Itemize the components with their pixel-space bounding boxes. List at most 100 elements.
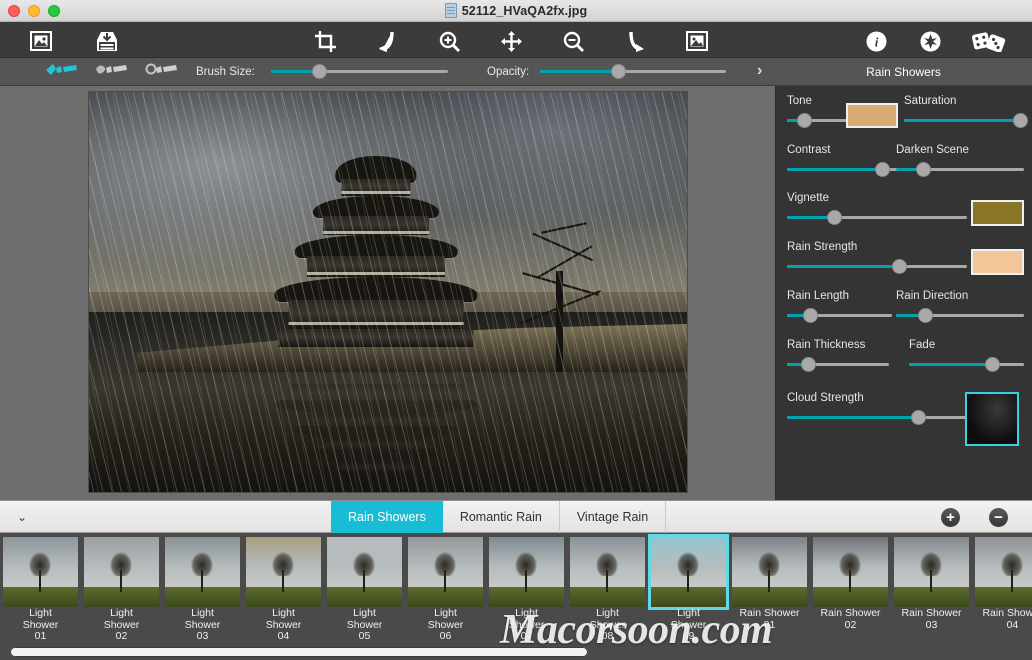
filmstrip-thumbnail[interactable]: Light Shower 02 [81,533,162,643]
scrollbar-thumb[interactable] [10,647,588,657]
add-preset-button[interactable]: + [941,508,960,527]
traffic-lights [8,5,60,17]
filmstrip-thumbnail[interactable]: Rain Shower 01 [729,533,810,643]
thumbnail-image [3,537,78,607]
brush-restore-tool[interactable] [142,61,182,83]
canvas-area[interactable] [0,86,775,500]
control-label-fade: Fade [909,339,936,351]
filmstrip-thumbnail[interactable]: Light Shower 03 [162,533,243,643]
thumbnail-label: Rain Shower 02 [820,607,881,631]
chevron-down-icon[interactable]: ⌄ [0,510,44,524]
slider-rain-direction[interactable] [896,307,1024,323]
slider-knob[interactable] [796,112,812,128]
tab-vintage-rain[interactable]: Vintage Rain [560,501,667,533]
redo-button[interactable] [620,27,652,55]
color-swatch-vignette[interactable] [971,200,1024,226]
crop-button[interactable] [309,27,341,55]
slider-knob[interactable] [874,161,890,177]
tab-label: Romantic Rain [459,510,542,524]
control-label-rain-length: Rain Length [787,290,850,302]
slider-contrast[interactable] [787,161,907,177]
filmstrip-thumbnail[interactable]: Light Shower 06 [405,533,486,643]
undo-button[interactable] [371,27,403,55]
slider-knob[interactable] [611,64,627,79]
open-image-button[interactable] [25,27,57,55]
filmstrip-thumbnail[interactable]: Rain Shower04 [972,533,1032,643]
brush-restore-icon [145,62,179,83]
slider-knob[interactable] [984,356,1000,372]
tab-rain-showers[interactable]: Rain Showers [331,501,443,533]
slider-cloud-strength[interactable] [787,409,969,425]
chevron-right-icon[interactable]: › [757,62,762,80]
slider-fade[interactable] [909,356,1024,372]
opacity-slider[interactable] [540,64,726,79]
filmstrip-thumbnail[interactable]: Light Shower 07 [486,533,567,643]
document-icon [444,3,457,18]
crop-icon [314,30,336,52]
brush-erase-tool[interactable] [92,61,132,83]
slider-knob[interactable] [918,307,934,323]
slider-saturation[interactable] [904,112,1029,128]
close-button[interactable] [8,5,20,17]
slider-knob[interactable] [801,356,817,372]
move-arrows-icon [500,30,522,52]
svg-text:i: i [874,34,878,49]
slider-knob[interactable] [803,307,819,323]
title-group: 52112_HVaQA2fx.jpg [0,3,1032,18]
zoom-button[interactable] [48,5,60,17]
filmstrip-thumbnail[interactable]: Light Shower 05 [324,533,405,643]
thumbnail-label: Light Shower 04 [265,607,302,642]
filmstrip-thumbnail[interactable]: Light Shower 08 [567,533,648,643]
thumbnail-image [489,537,564,607]
slider-knob[interactable] [915,161,931,177]
cloud-strength-preview[interactable] [965,392,1019,446]
slider-rain-length[interactable] [787,307,892,323]
slider-rain-strength[interactable] [787,258,967,274]
fit-to-screen-button[interactable] [681,27,713,55]
zoom-out-button[interactable] [557,27,589,55]
minimize-button[interactable] [28,5,40,17]
filmstrip-thumbnail[interactable]: Light Shower 04 [243,533,324,643]
slider-knob[interactable] [911,409,927,425]
slider-fill [787,415,919,419]
filmstrip-thumbnail[interactable]: Light Shower 09 [648,533,729,643]
tab-romantic-rain[interactable]: Romantic Rain [443,501,560,533]
filmstrip-scrollbar[interactable] [0,644,1032,660]
preset-filmstrip[interactable]: Light Shower 01 Light Shower 02 Light Shower 03 L… [0,533,1032,660]
color-swatch-rain-strength[interactable] [971,249,1024,275]
slider-knob[interactable] [891,258,907,274]
slider-vignette[interactable] [787,209,967,225]
slider-darken-scene[interactable] [896,161,1024,177]
save-download-icon [95,31,119,52]
randomize-button[interactable] [968,27,1010,55]
filmstrip-thumbnail[interactable]: Rain Shower 03 [891,533,972,643]
slider-fill [540,70,619,73]
pan-move-button[interactable] [495,27,527,55]
remove-preset-button[interactable]: − [989,508,1008,527]
brush-size-slider[interactable] [271,64,448,79]
thumbnail-label: Rain Shower04 [982,607,1032,631]
brush-paint-icon [45,62,79,83]
control-label-rain-strength: Rain Strength [787,241,858,253]
photo-canvas[interactable] [89,92,687,492]
filmstrip-thumbnail[interactable]: Rain Shower 02 [810,533,891,643]
preset-bar: ⌄ Rain Showers Romantic Rain Vintage Rain … [0,500,1032,533]
effects-settings-button[interactable] [914,27,946,55]
slider-knob[interactable] [311,64,327,79]
filmstrip-thumbnail[interactable]: Light Shower 01 [0,533,81,643]
slider-knob[interactable] [826,209,842,225]
save-image-button[interactable] [91,27,123,55]
slider-knob[interactable] [1013,112,1029,128]
brush-size-label: Brush Size: [196,65,255,78]
thumbnail-image [84,537,159,607]
thumbnail-label: Light Shower 02 [103,607,140,642]
window-title: 52112_HVaQA2fx.jpg [461,3,588,18]
brush-paint-tool[interactable] [42,61,82,83]
slider-rain-thickness[interactable] [787,356,889,372]
info-button[interactable]: i [860,27,892,55]
main-toolbar: i [0,22,1032,58]
control-label-saturation: Saturation [904,95,957,107]
zoom-in-button[interactable] [433,27,465,55]
color-swatch-tone[interactable] [846,103,898,128]
thumbnail-label: Light Shower 05 [346,607,383,642]
